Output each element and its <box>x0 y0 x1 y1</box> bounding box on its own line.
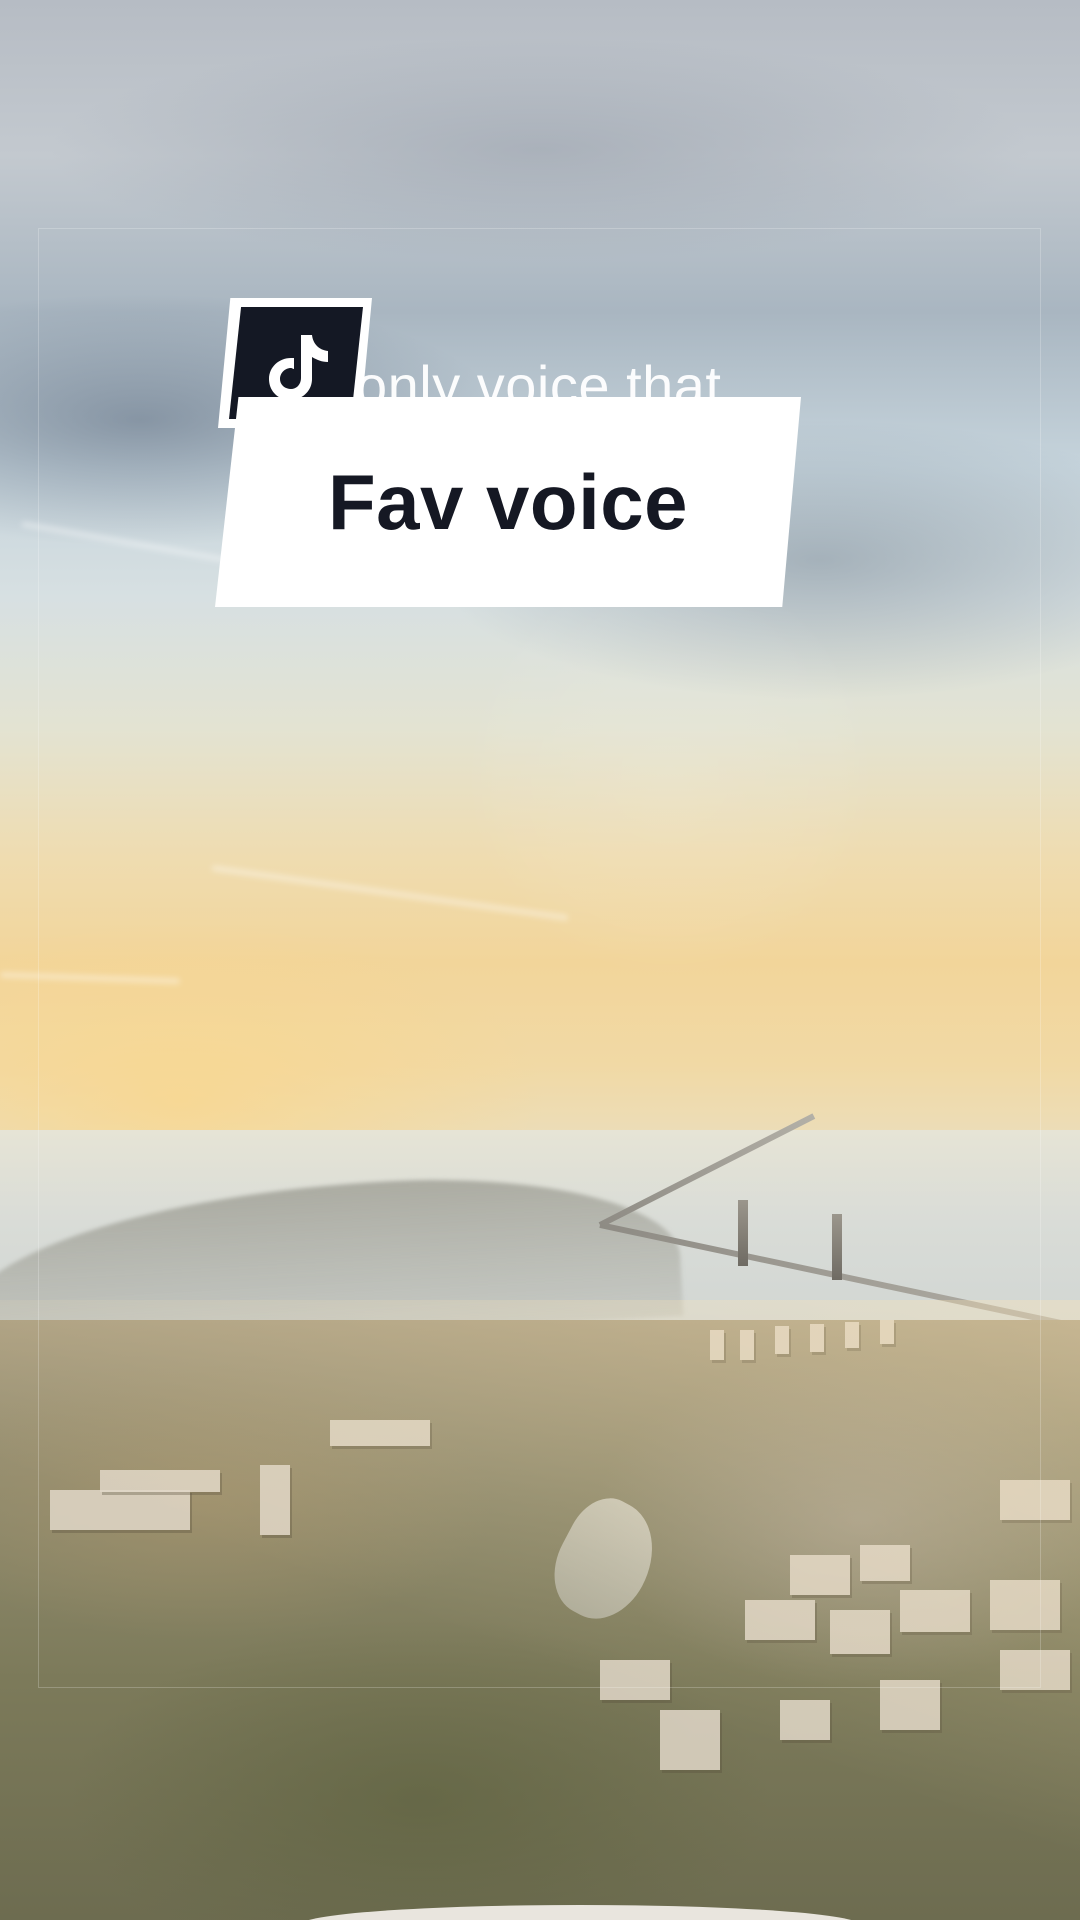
video-frame: only voice that Fav voice <box>0 0 1080 1920</box>
caption-text: Fav voice <box>327 457 689 546</box>
